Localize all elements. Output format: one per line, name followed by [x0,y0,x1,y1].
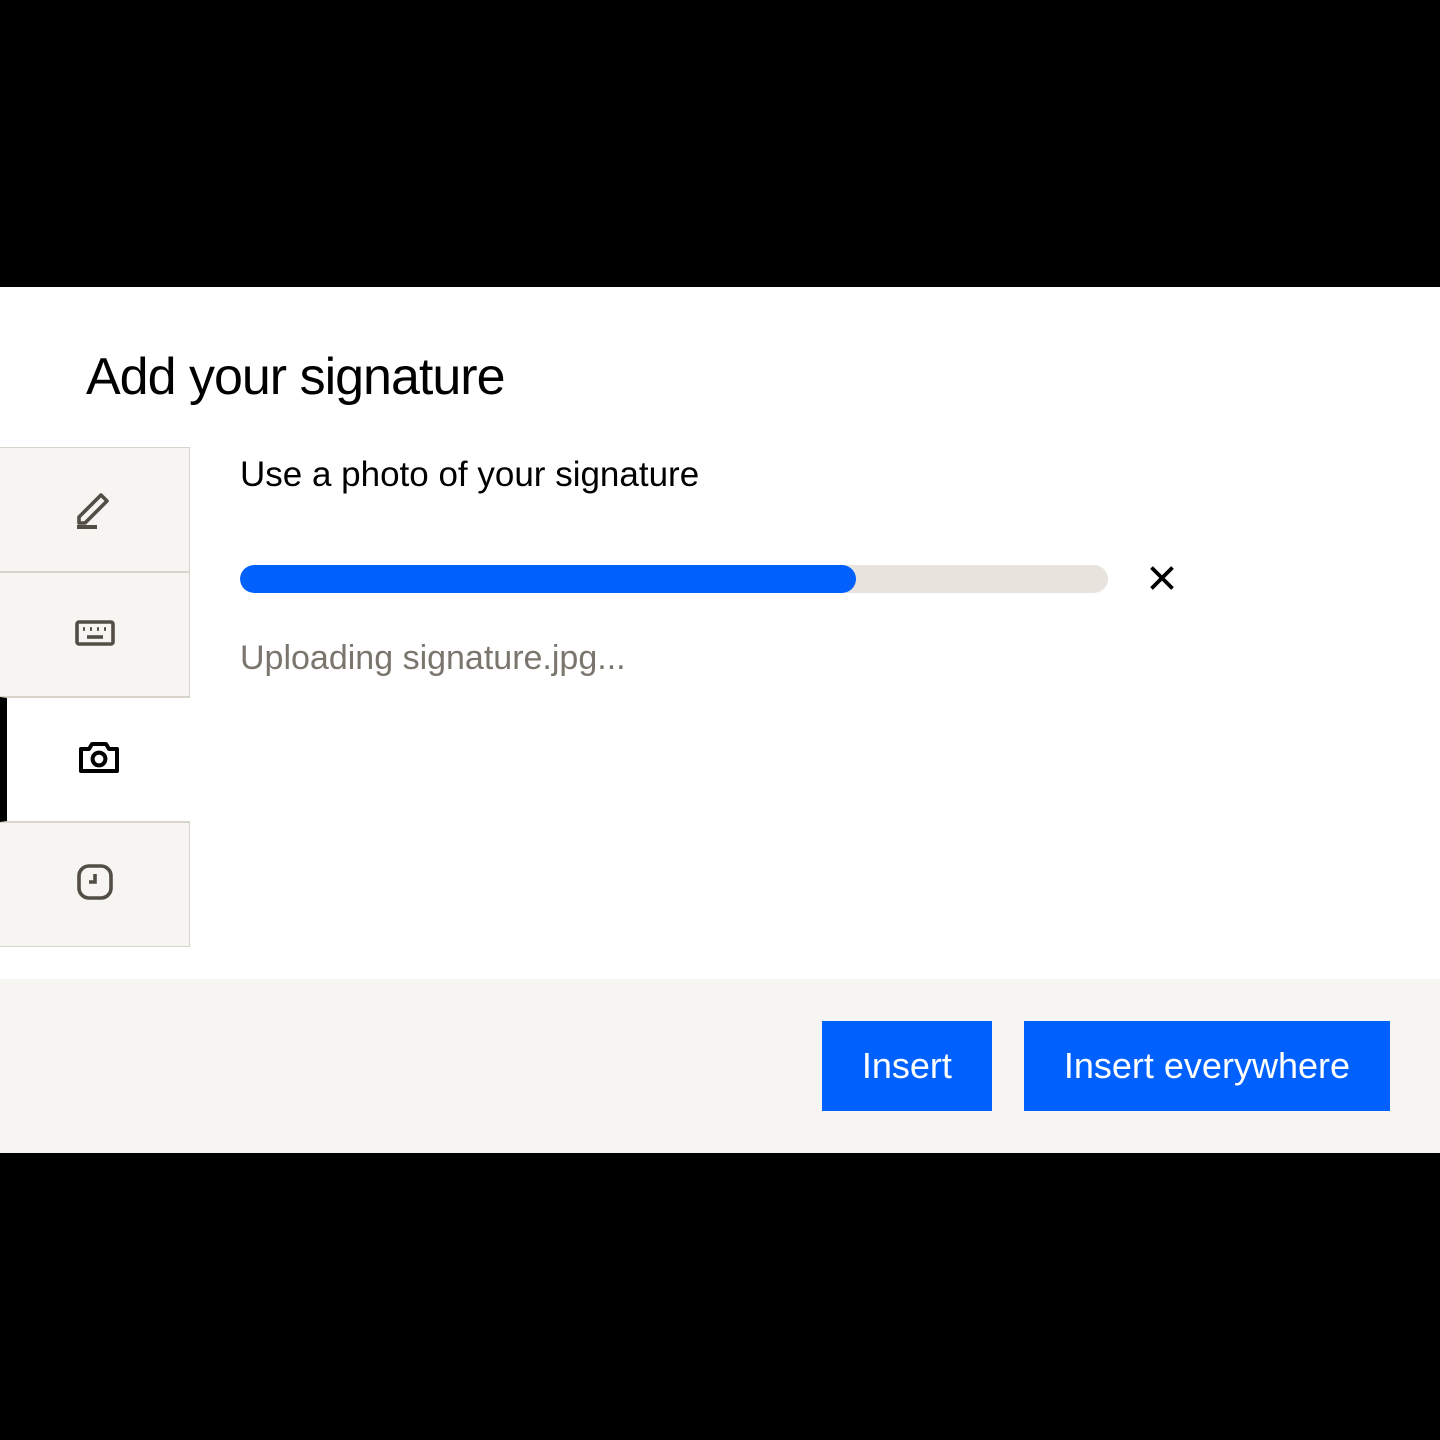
tab-type[interactable] [0,572,190,697]
camera-icon [75,733,123,786]
upload-progress-fill [240,565,856,593]
keyboard-icon [71,608,119,661]
insert-button[interactable]: Insert [822,1021,992,1111]
dialog-body: Use a photo of your signature Uploading … [0,447,1440,979]
dialog-footer: Insert Insert everywhere [0,979,1440,1153]
dialog-title: Add your signature [86,347,1440,407]
tab-draw[interactable] [0,447,190,572]
insert-everywhere-button[interactable]: Insert everywhere [1024,1021,1390,1111]
signature-dialog: Add your signature [0,287,1440,1153]
pencil-icon [71,483,119,536]
cancel-upload-button[interactable] [1138,555,1186,603]
tab-photo[interactable] [0,697,190,822]
close-icon [1144,560,1180,599]
tab-strip [0,447,190,979]
upload-progress-bar [240,565,1108,593]
clock-icon [71,858,119,911]
upload-status-text: Uploading signature.jpg... [240,639,1390,678]
content-area: Use a photo of your signature Uploading … [190,447,1440,979]
tab-recent[interactable] [0,822,190,947]
progress-row [240,555,1390,603]
dialog-header: Add your signature [0,287,1440,447]
content-subtitle: Use a photo of your signature [240,455,1390,495]
